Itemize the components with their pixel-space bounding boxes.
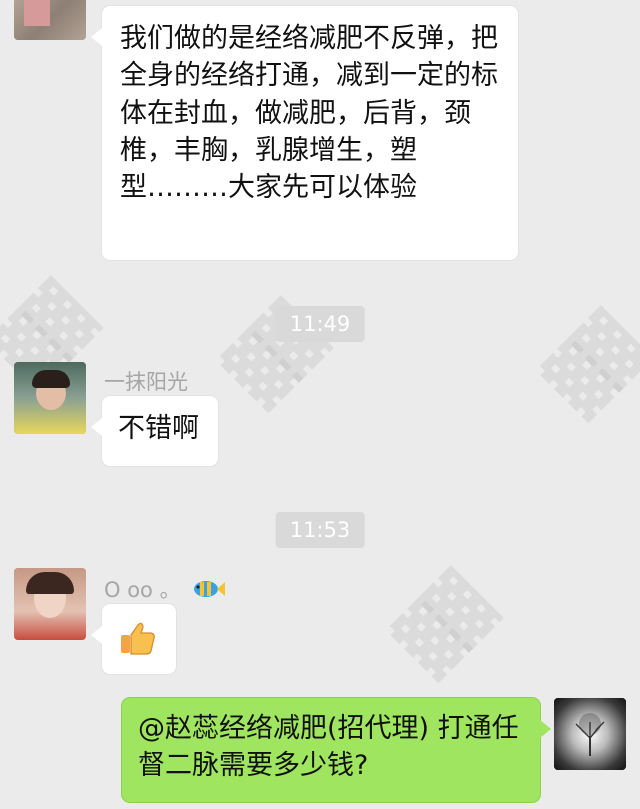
- message-text: @赵蕊经络减肥(招代理) 打通任督二脉需要多少钱?: [138, 713, 519, 782]
- message-bubble[interactable]: 不错啊: [91, 396, 218, 466]
- thumbs-up-icon: [118, 618, 158, 668]
- message-bubble[interactable]: [91, 604, 176, 674]
- sender-name: 一抹阳光: [104, 370, 188, 394]
- avatar[interactable]: [14, 0, 86, 40]
- sender-name: O oo 。: [104, 574, 226, 606]
- avatar[interactable]: [14, 568, 86, 640]
- message-text: 我们做的是经络减肥不反弹，把全身的经络打通，减到一定的标体在封血，做减肥，后背，…: [120, 23, 498, 203]
- avatar-own[interactable]: [554, 698, 626, 770]
- watermark: ▓▓: [536, 310, 640, 424]
- timestamp: 11:53: [275, 512, 365, 548]
- message-text: 不错啊: [118, 413, 199, 444]
- avatar[interactable]: [14, 362, 86, 434]
- message-bubble-own[interactable]: @赵蕊经络减肥(招代理) 打通任督二脉需要多少钱?: [122, 698, 551, 802]
- fish-emoji-icon: [191, 577, 226, 606]
- sender-name-text: O oo 。: [104, 578, 181, 602]
- watermark: ▓▓: [386, 570, 500, 684]
- timestamp: 11:49: [275, 306, 365, 342]
- message-bubble[interactable]: 我们做的是经络减肥不反弹，把全身的经络打通，减到一定的标体在封血，做减肥，后背，…: [91, 6, 518, 260]
